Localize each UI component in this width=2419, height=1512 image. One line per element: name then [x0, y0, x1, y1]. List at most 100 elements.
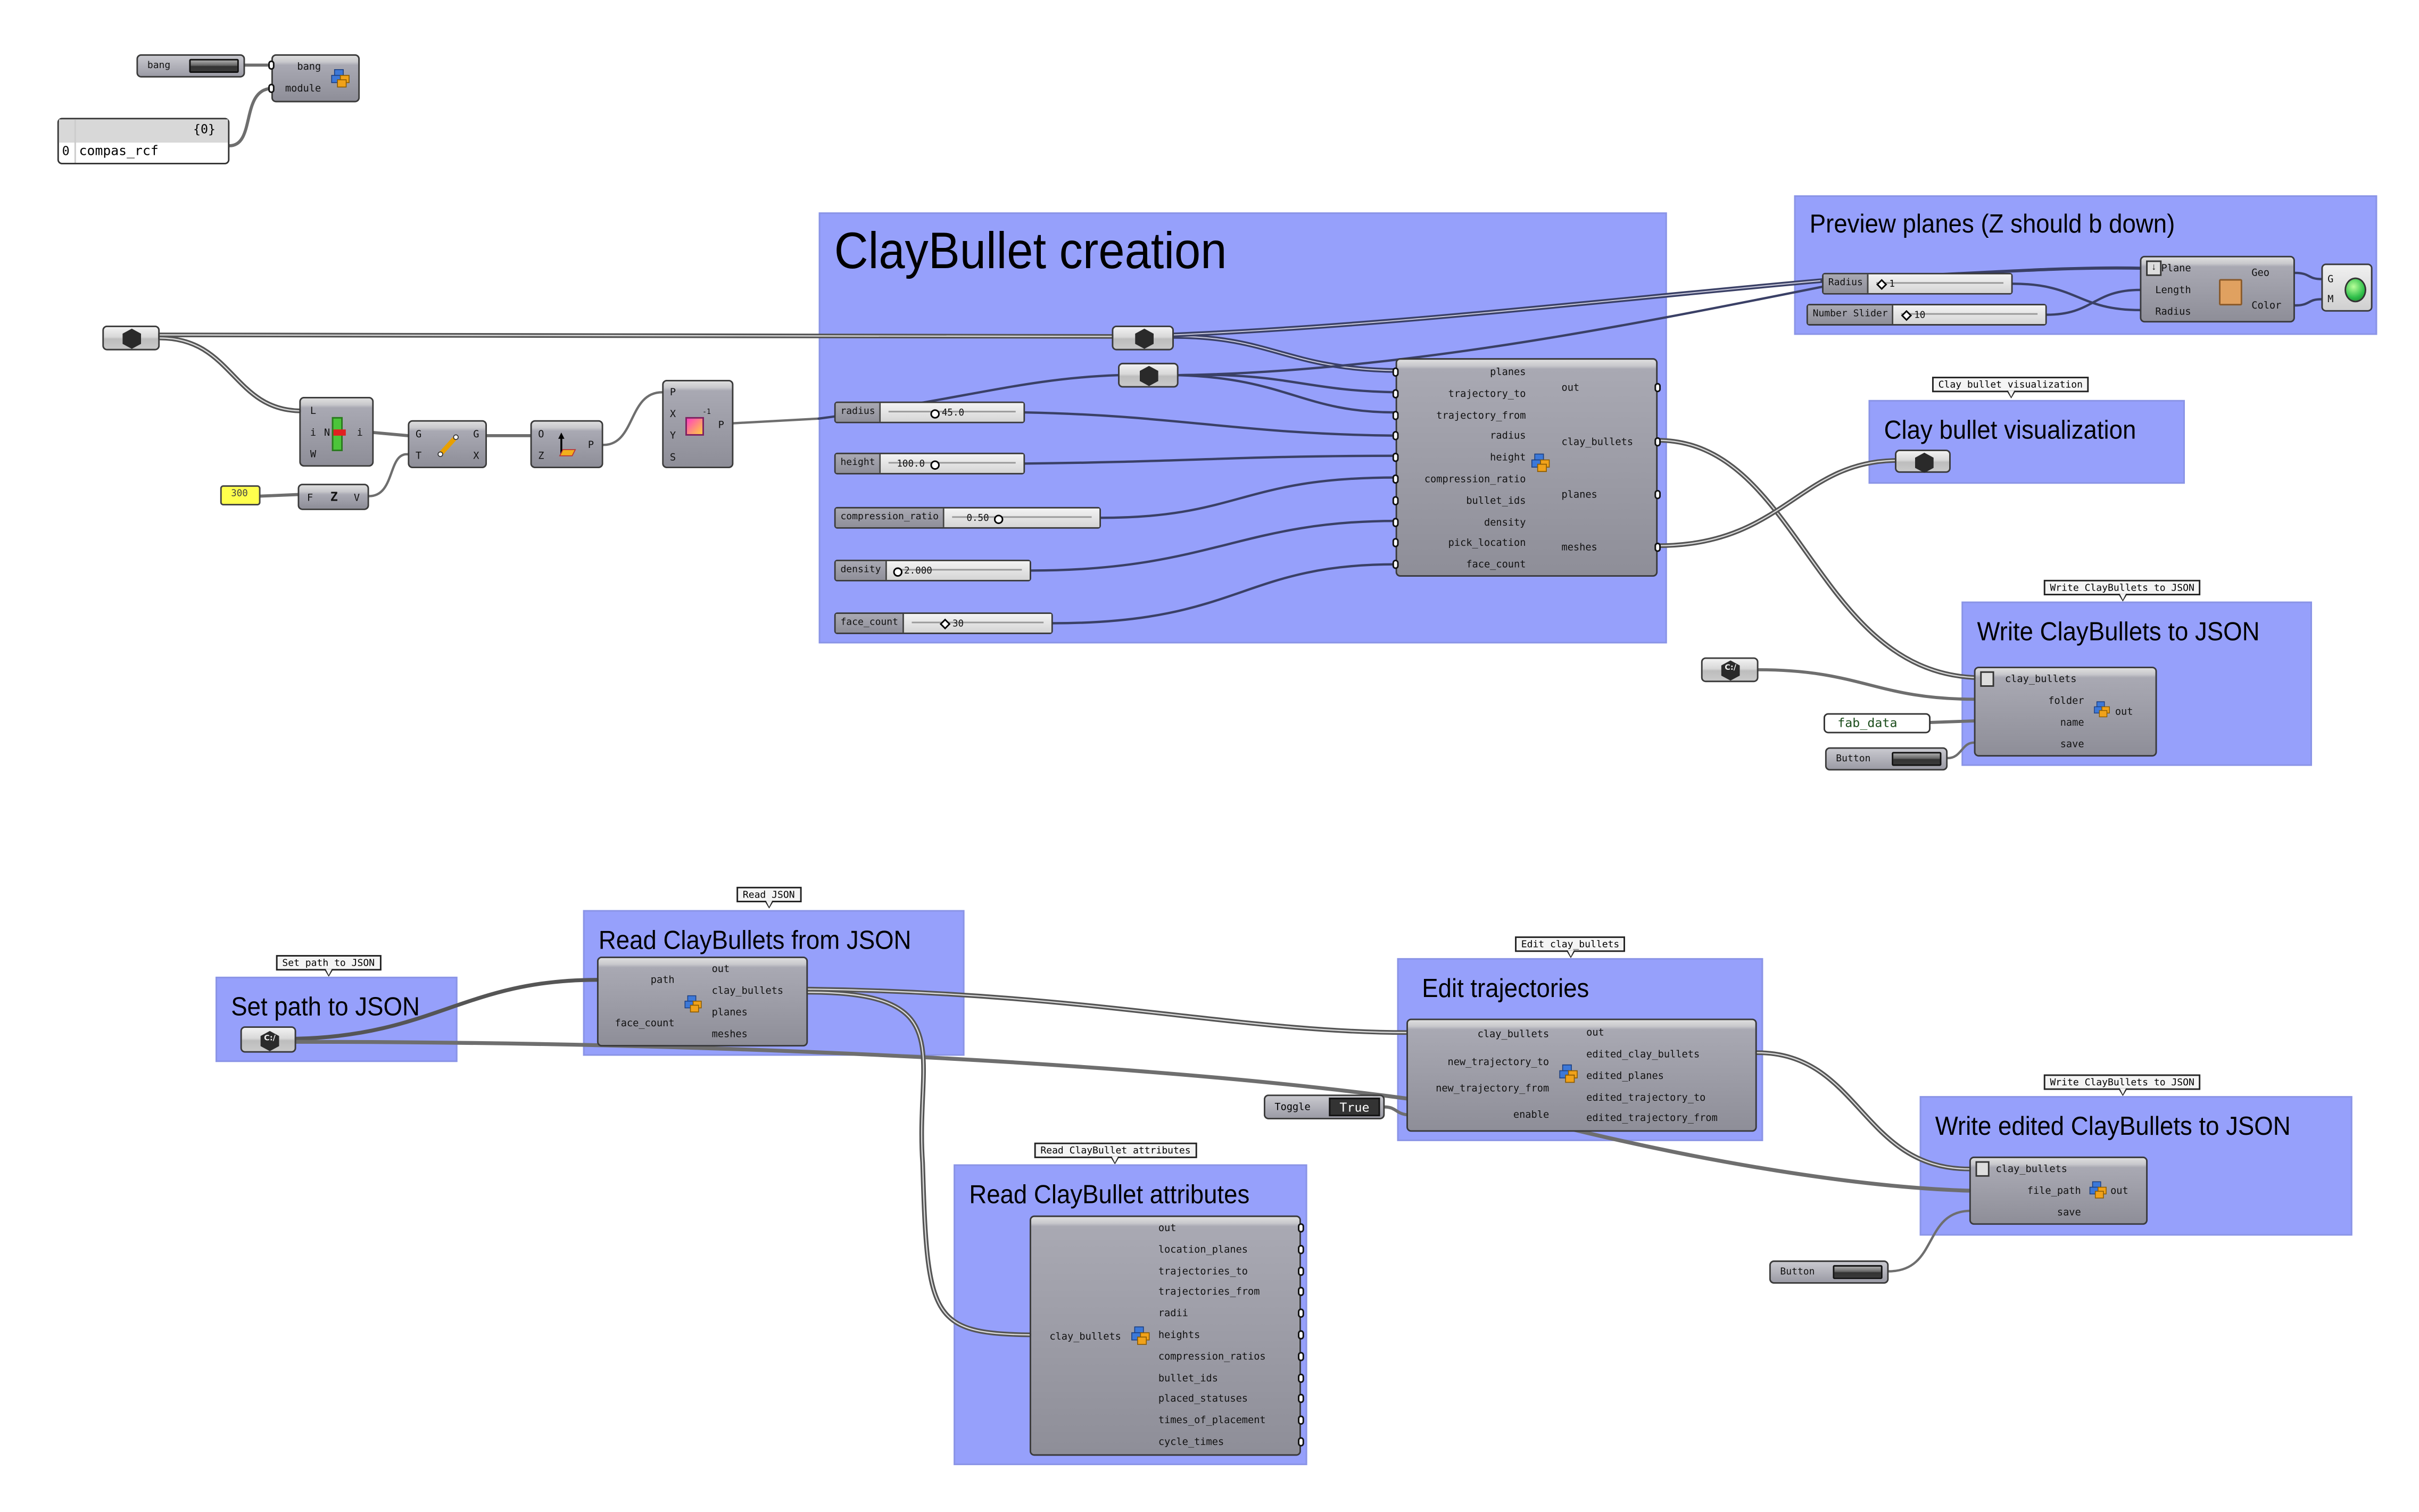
slider-track[interactable]: 10 [1894, 305, 2045, 325]
slider-knob[interactable] [931, 408, 940, 418]
slider-knob[interactable] [930, 460, 940, 469]
input-grip[interactable] [268, 60, 275, 70]
port-grip[interactable] [1392, 560, 1399, 570]
button-knob[interactable] [1833, 1265, 1883, 1280]
slider-preview-radius[interactable]: Radius 1 [1822, 272, 2013, 295]
port-grip[interactable] [1298, 1266, 1304, 1276]
slider-track[interactable]: 30 [904, 613, 1051, 633]
slider-track[interactable]: 100.0 [881, 454, 1024, 473]
output-label: Color [2251, 299, 2282, 312]
save-button[interactable]: Button [1825, 747, 1948, 771]
panel-value: compas_rcf [79, 144, 159, 160]
slider-name: Radius [1823, 274, 1869, 293]
port-grip[interactable] [1392, 538, 1399, 548]
port-grip[interactable] [1654, 489, 1661, 500]
port-grip[interactable] [1298, 1330, 1304, 1340]
toggle-value[interactable]: True [1329, 1098, 1380, 1117]
slider-knob[interactable] [893, 567, 903, 576]
python-node-write-edited[interactable]: clay_bullets file_path save out [1969, 1156, 2148, 1225]
input-label: bullet_ids [1466, 494, 1526, 507]
port-grip[interactable] [1298, 1309, 1304, 1318]
file-path-param[interactable]: C:/ [240, 1026, 296, 1053]
python-node-claybullet-creation[interactable]: planes trajectory_to trajectory_from radius… [1392, 358, 1661, 577]
port-grip[interactable] [1654, 542, 1661, 552]
port-grip[interactable] [1392, 495, 1399, 505]
grasshopper-canvas[interactable]: ClayBullet creation Preview planes (Z sh… [0, 0, 2419, 1512]
group-title: Preview planes (Z should b down) [1809, 209, 2175, 239]
plane-param[interactable] [1112, 325, 1174, 351]
plane-icon [558, 433, 576, 456]
adjust-plane-node[interactable]: P X Y S P -1 [662, 379, 734, 469]
display-plane-node[interactable]: ↓ Plane Length Radius Geo Color [2140, 255, 2295, 323]
input-grip[interactable] [268, 84, 275, 93]
text-panel[interactable]: {0} 0 compas_rcf [57, 118, 230, 164]
output-label: edited_planes [1586, 1069, 1664, 1083]
port-grip[interactable] [1392, 517, 1399, 527]
construct-plane-node[interactable]: O Z P [530, 420, 603, 469]
name-panel-value: fab_data [1837, 716, 1898, 730]
button-knob[interactable] [1892, 752, 1942, 766]
port-grip[interactable] [1298, 1223, 1304, 1233]
bang-button[interactable]: bang [136, 54, 245, 78]
port-grip[interactable] [1654, 437, 1661, 447]
plane-param[interactable] [102, 325, 160, 351]
input-label: G [415, 428, 422, 441]
orient-node[interactable]: G T G X [408, 420, 487, 469]
name-panel[interactable]: fab_data [1823, 713, 1931, 734]
number-panel[interactable]: 300 [220, 485, 261, 505]
port-grip[interactable] [1654, 383, 1661, 393]
python-node-edit[interactable]: clay_bullets new_trajectory_to new_traje… [1406, 1018, 1757, 1132]
slider-height[interactable]: height 100.0 [834, 452, 1025, 475]
slider-knob[interactable] [1901, 310, 1913, 321]
group-bubble: Clay bullet visualization [1932, 377, 2089, 398]
port-grip[interactable] [1298, 1373, 1304, 1383]
port-grip[interactable] [1392, 410, 1399, 420]
slider-density[interactable]: density 2.000 [834, 559, 1031, 581]
input-label: save [2057, 1206, 2081, 1219]
port-grip[interactable] [1392, 388, 1399, 398]
slider-knob[interactable] [1877, 279, 1888, 290]
slider-knob[interactable] [940, 618, 951, 630]
output-label: trajectories_from [1158, 1285, 1260, 1299]
port-grip[interactable] [1392, 453, 1399, 462]
mesh-param[interactable] [1895, 450, 1951, 473]
output-label: i [357, 426, 363, 439]
slider-radius[interactable]: radius 45.0 [834, 401, 1025, 423]
slider-face-count[interactable]: face_count 30 [834, 612, 1053, 634]
python-node-import[interactable]: bang module [268, 54, 360, 103]
flip-toggle-icon[interactable]: ↓ [2146, 260, 2162, 276]
output-label: out [2115, 705, 2133, 718]
slider-track[interactable]: 2.000 [887, 561, 1030, 580]
output-label: edited_clay_bullets [1586, 1048, 1700, 1061]
port-grip[interactable] [1298, 1351, 1304, 1361]
input-label: M [2327, 293, 2334, 306]
port-grip[interactable] [1392, 474, 1399, 484]
port-grip[interactable] [1298, 1437, 1304, 1447]
boolean-toggle[interactable]: Toggle True [1263, 1094, 1385, 1119]
slider-track[interactable]: 45.0 [881, 403, 1024, 422]
slider-track[interactable]: 1 [1869, 274, 2011, 293]
output-label: planes [711, 1006, 748, 1019]
slider-knob[interactable] [995, 514, 1004, 524]
group-title: Edit trajectories [1422, 974, 1589, 1003]
file-path-param[interactable]: C:/ [1701, 657, 1759, 683]
slider-name: Number Slider [1808, 305, 1894, 325]
custom-preview-node[interactable]: G M [2321, 263, 2373, 312]
plane-icon [1135, 328, 1154, 349]
input-label: O [538, 428, 544, 441]
slider-compression-ratio[interactable]: compression_ratio 0.50 [834, 506, 1101, 529]
button-knob[interactable] [189, 59, 239, 73]
python-node-read-json[interactable]: path face_count out clay_bullets planes … [597, 956, 808, 1047]
python-node-read-attributes[interactable]: clay_bullets out location_planes trajector… [1029, 1215, 1304, 1456]
slider-number[interactable]: Number Slider 10 [1806, 304, 2047, 326]
python-node-write[interactable]: clay_bullets folder name save out [1974, 667, 2157, 757]
slider-track[interactable]: 0.50 [945, 508, 1100, 527]
port-grip[interactable] [1392, 431, 1399, 441]
save-button[interactable]: Button [1769, 1260, 1889, 1284]
plane-param[interactable] [1118, 362, 1179, 388]
list-item-node[interactable]: L i W N i [299, 397, 374, 467]
port-grip[interactable] [1298, 1244, 1304, 1254]
unit-z-node[interactable]: F Z V [297, 484, 369, 510]
port-grip[interactable] [1392, 367, 1399, 377]
port-grip[interactable] [1298, 1416, 1304, 1425]
